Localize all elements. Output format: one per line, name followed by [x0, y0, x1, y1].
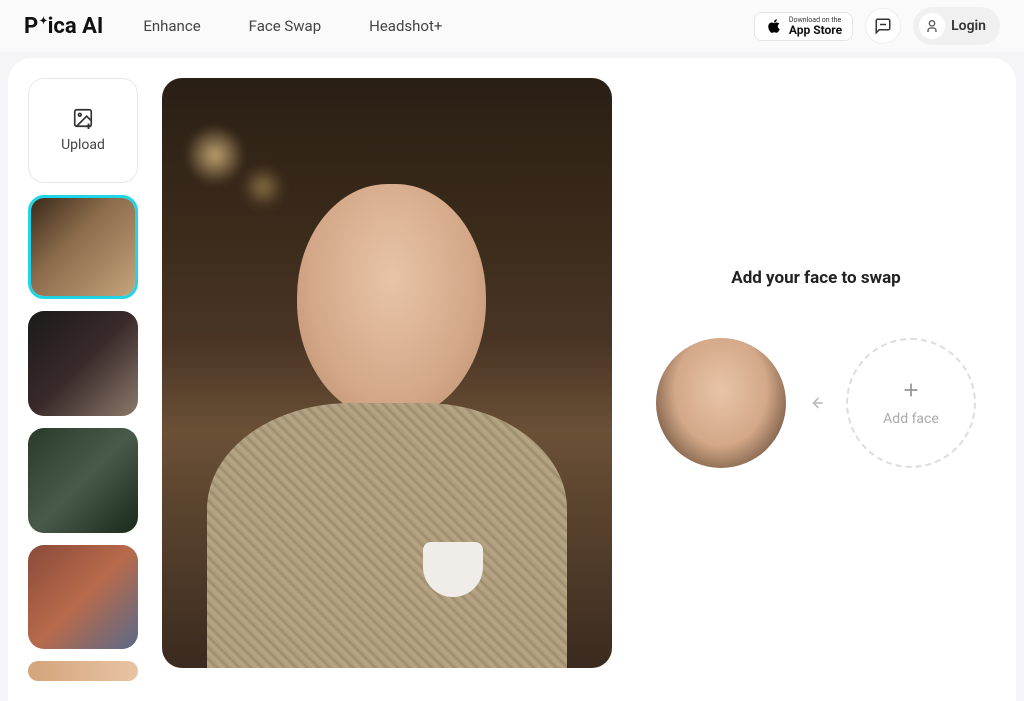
upload-label: Upload — [61, 137, 105, 153]
nav-headshot[interactable]: Headshot+ — [369, 17, 442, 35]
appstore-text: Download on the App Store — [789, 17, 842, 36]
preview-image — [162, 78, 612, 668]
arrow-left-icon — [806, 393, 826, 413]
right-panel: Add your face to swap Add face — [636, 78, 996, 681]
appstore-big-text: App Store — [789, 24, 842, 36]
apple-icon — [765, 17, 783, 35]
face-row: Add face — [656, 338, 976, 468]
appstore-button[interactable]: Download on the App Store — [754, 12, 853, 41]
chat-button[interactable] — [865, 8, 901, 44]
add-face-button[interactable]: Add face — [846, 338, 976, 468]
panel-title: Add your face to swap — [731, 268, 900, 288]
template-thumb-5[interactable] — [28, 661, 138, 681]
sidebar: Upload — [28, 78, 138, 681]
chat-icon — [874, 17, 892, 35]
login-label: Login — [951, 18, 986, 34]
header-right: Download on the App Store Login — [754, 7, 1000, 45]
detected-face-preview[interactable] — [656, 338, 786, 468]
template-thumb-3[interactable] — [28, 428, 138, 533]
nav: Enhance Face Swap Headshot+ — [143, 17, 754, 35]
login-button[interactable]: Login — [913, 7, 1000, 45]
avatar-icon — [919, 13, 945, 39]
plus-icon — [900, 379, 922, 401]
template-thumb-1[interactable] — [28, 195, 138, 300]
main-content: Upload Add your face to swap Add — [8, 58, 1016, 701]
upload-icon — [72, 107, 94, 129]
template-thumb-2[interactable] — [28, 311, 138, 416]
add-face-label: Add face — [883, 411, 939, 427]
upload-button[interactable]: Upload — [28, 78, 138, 183]
logo[interactable]: P✦Pica AIica AI — [24, 14, 103, 39]
header: P✦Pica AIica AI Enhance Face Swap Headsh… — [0, 0, 1024, 52]
template-thumb-4[interactable] — [28, 545, 138, 650]
nav-enhance[interactable]: Enhance — [143, 17, 200, 35]
nav-faceswap[interactable]: Face Swap — [249, 17, 322, 35]
